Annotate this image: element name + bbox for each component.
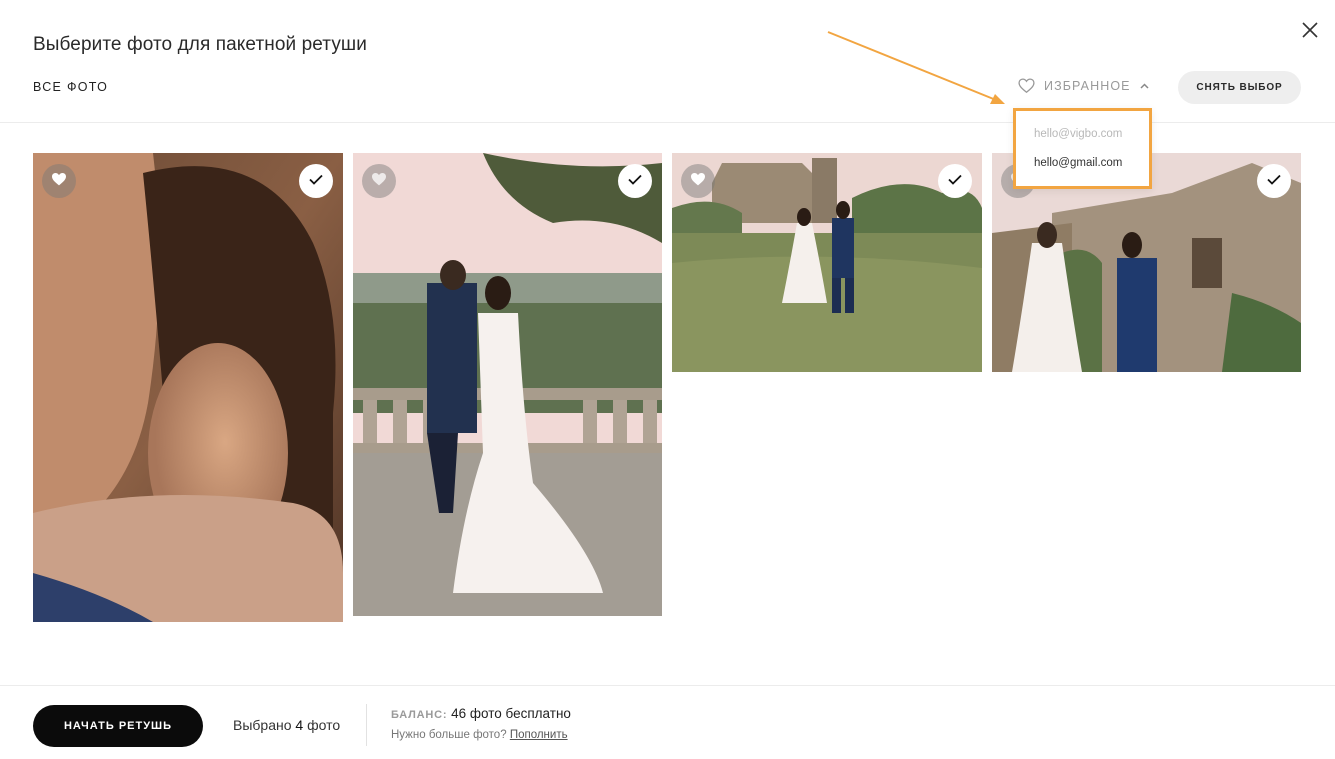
photo-couple-closeup	[33, 153, 343, 622]
select-toggle[interactable]	[938, 164, 972, 198]
heart-outline-icon	[1018, 78, 1035, 93]
balance-value: 46 фото бесплатно	[451, 706, 571, 721]
heart-filled-icon	[690, 172, 706, 191]
select-toggle[interactable]	[299, 164, 333, 198]
page-title: Выберите фото для пакетной ретуши	[33, 34, 367, 55]
start-retouch-button[interactable]: НАЧАТЬ РЕТУШЬ	[33, 705, 203, 747]
deselect-button[interactable]: СНЯТЬ ВЫБОР	[1178, 71, 1301, 104]
heart-filled-icon	[371, 172, 387, 191]
photo-card[interactable]	[33, 153, 343, 622]
balance-label: БАЛАНС:	[391, 709, 448, 721]
favorite-toggle[interactable]	[681, 164, 715, 198]
selected-prefix: Выбрано	[233, 717, 292, 733]
favorites-label: ИЗБРАННОЕ	[1044, 78, 1131, 93]
selected-count: 4	[295, 717, 304, 733]
select-toggle[interactable]	[618, 164, 652, 198]
balance-text: БАЛАНС: 46 фото бесплатно	[391, 706, 571, 721]
favorites-filter-toggle[interactable]: ИЗБРАННОЕ	[1018, 78, 1149, 93]
favorite-toggle[interactable]	[362, 164, 396, 198]
checkmark-icon	[948, 172, 962, 190]
tab-all-photos[interactable]: ВСЕ ФОТО	[33, 80, 108, 94]
dropdown-option-gmail[interactable]: hello@gmail.com	[1034, 157, 1122, 169]
favorite-toggle[interactable]	[42, 164, 76, 198]
favorites-dropdown: hello@vigbo.com hello@gmail.com	[1013, 108, 1152, 189]
photo-card[interactable]	[353, 153, 662, 616]
photo-couple-balcony	[353, 153, 662, 616]
footer-divider	[0, 685, 1335, 686]
close-icon[interactable]	[1300, 20, 1320, 40]
topup-prompt: Нужно больше фото? Пополнить	[391, 729, 568, 741]
topup-link[interactable]: Пополнить	[510, 729, 568, 741]
selected-suffix: фото	[307, 717, 341, 733]
selected-count-text: Выбрано 4 фото	[233, 717, 340, 733]
heart-filled-icon	[51, 172, 67, 191]
select-toggle[interactable]	[1257, 164, 1291, 198]
checkmark-icon	[628, 172, 642, 190]
chevron-up-icon	[1140, 82, 1149, 89]
footer-separator	[366, 704, 367, 746]
checkmark-icon	[309, 172, 323, 190]
photo-couple-castle-lawn	[672, 153, 982, 372]
checkmark-icon	[1267, 172, 1281, 190]
photo-card[interactable]	[672, 153, 982, 372]
dropdown-option-vigbo[interactable]: hello@vigbo.com	[1034, 128, 1122, 140]
topup-text: Нужно больше фото?	[391, 729, 507, 741]
